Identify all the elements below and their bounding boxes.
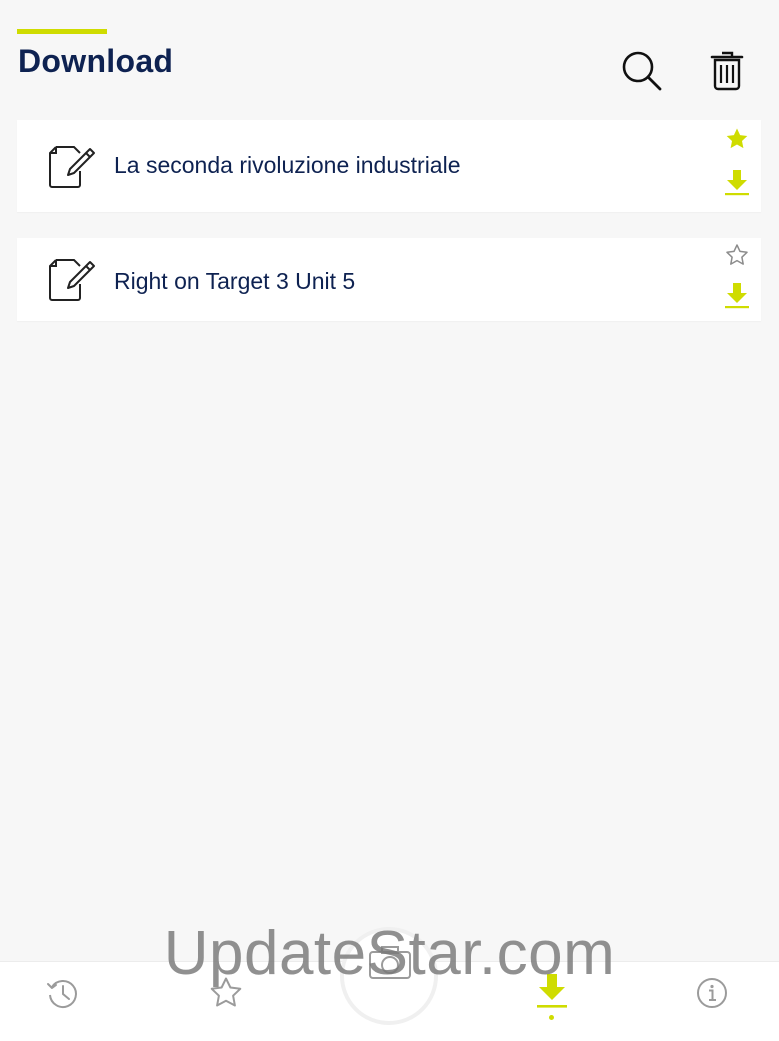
title-accent-bar xyxy=(17,29,107,34)
nav-favorites[interactable] xyxy=(201,968,251,1018)
active-tab-indicator xyxy=(549,1015,554,1020)
history-clock-icon xyxy=(47,980,77,1008)
nav-download[interactable] xyxy=(527,966,577,1016)
nav-camera[interactable] xyxy=(364,938,416,990)
list-item[interactable]: La seconda rivoluzione industriale xyxy=(17,120,761,212)
favorite-button[interactable] xyxy=(723,241,751,269)
star-icon xyxy=(210,977,242,1007)
search-button[interactable] xyxy=(617,46,665,94)
camera-icon xyxy=(369,946,411,979)
download-icon xyxy=(725,170,749,196)
list-item[interactable]: Right on Target 3 Unit 5 xyxy=(17,238,761,321)
nav-info[interactable] xyxy=(687,968,737,1018)
delete-button[interactable] xyxy=(703,46,751,94)
document-edit-icon xyxy=(49,146,95,188)
document-edit-icon xyxy=(49,259,95,301)
download-icon xyxy=(725,283,749,309)
page-title: Download xyxy=(18,43,174,79)
search-icon xyxy=(622,51,662,91)
favorite-button[interactable] xyxy=(723,125,751,153)
download-status-button[interactable] xyxy=(723,168,751,196)
star-filled-icon xyxy=(726,128,748,149)
download-icon xyxy=(537,974,567,1008)
document-title: La seconda rivoluzione industriale xyxy=(114,152,461,178)
trash-icon xyxy=(710,51,744,91)
document-title: Right on Target 3 Unit 5 xyxy=(114,268,356,294)
info-icon xyxy=(697,978,727,1008)
star-outline-icon xyxy=(726,244,748,265)
nav-history[interactable] xyxy=(38,968,88,1018)
download-status-button[interactable] xyxy=(723,281,751,309)
